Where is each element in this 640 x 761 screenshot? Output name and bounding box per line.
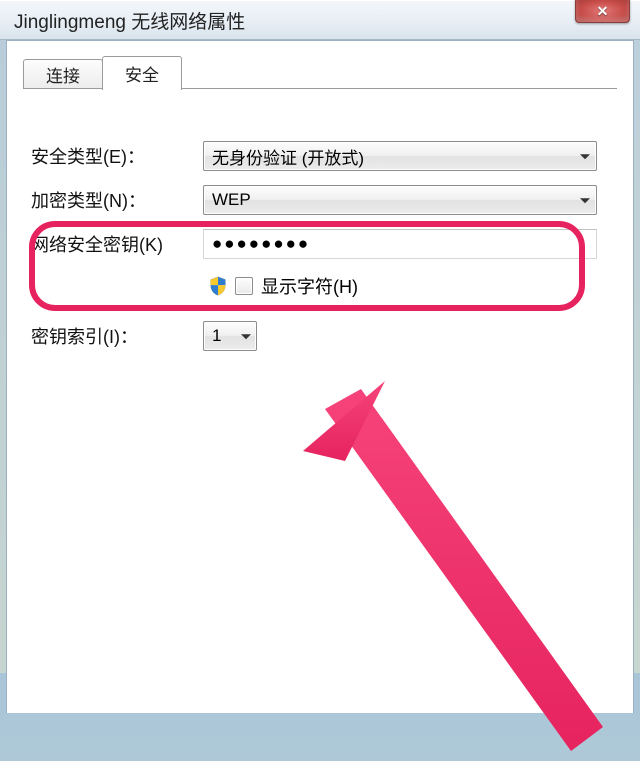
row-show-characters: 显示字符(H) <box>23 273 617 299</box>
input-network-key[interactable]: ●●●●●●●● <box>203 229 597 259</box>
label-security-type: 安全类型(E)： <box>23 143 203 169</box>
chevron-down-icon <box>241 334 251 339</box>
window-title: Jinglingmeng 无线网络属性 <box>14 7 245 34</box>
annotation-arrow <box>303 381 623 761</box>
label-show-characters: 显示字符(H) <box>261 273 358 299</box>
tab-strip: 连接 安全 <box>23 55 181 89</box>
network-key-value: ●●●●●●●● <box>212 234 310 254</box>
chevron-down-icon <box>580 198 590 203</box>
checkbox-show-characters[interactable] <box>235 277 253 295</box>
close-button[interactable]: ✕ <box>575 0 630 23</box>
chevron-down-icon <box>580 154 590 159</box>
dropdown-key-index[interactable]: 1 <box>203 321 257 351</box>
row-network-key: 网络安全密钥(K) ●●●●●●●● <box>23 229 617 259</box>
tab-connection[interactable]: 连接 <box>23 59 103 89</box>
dropdown-security-type[interactable]: 无身份验证 (开放式) <box>203 141 597 171</box>
dropdown-value: 1 <box>212 326 221 346</box>
row-key-index: 密钥索引(I)： 1 <box>23 321 617 351</box>
titlebar: Jinglingmeng 无线网络属性 ✕ <box>0 0 640 40</box>
tab-label: 连接 <box>46 62 80 87</box>
label-encryption-type: 加密类型(N)： <box>23 187 203 213</box>
label-network-key: 网络安全密钥(K) <box>23 231 203 257</box>
label-key-index: 密钥索引(I)： <box>23 323 203 349</box>
tab-security[interactable]: 安全 <box>102 56 182 90</box>
dialog-body: 连接 安全 安全类型(E)： 无身份验证 (开放式) 加密类型(N)： WEP <box>6 40 634 713</box>
dropdown-encryption-type[interactable]: WEP <box>203 185 597 215</box>
dropdown-value: 无身份验证 (开放式) <box>212 144 364 169</box>
tab-content-security: 安全类型(E)： 无身份验证 (开放式) 加密类型(N)： WEP 网络安全密钥… <box>23 101 617 713</box>
tab-label: 安全 <box>125 61 159 86</box>
close-icon: ✕ <box>597 4 609 18</box>
row-encryption-type: 加密类型(N)： WEP <box>23 185 617 215</box>
dropdown-value: WEP <box>212 190 251 210</box>
uac-shield-icon <box>207 275 229 297</box>
row-security-type: 安全类型(E)： 无身份验证 (开放式) <box>23 141 617 171</box>
